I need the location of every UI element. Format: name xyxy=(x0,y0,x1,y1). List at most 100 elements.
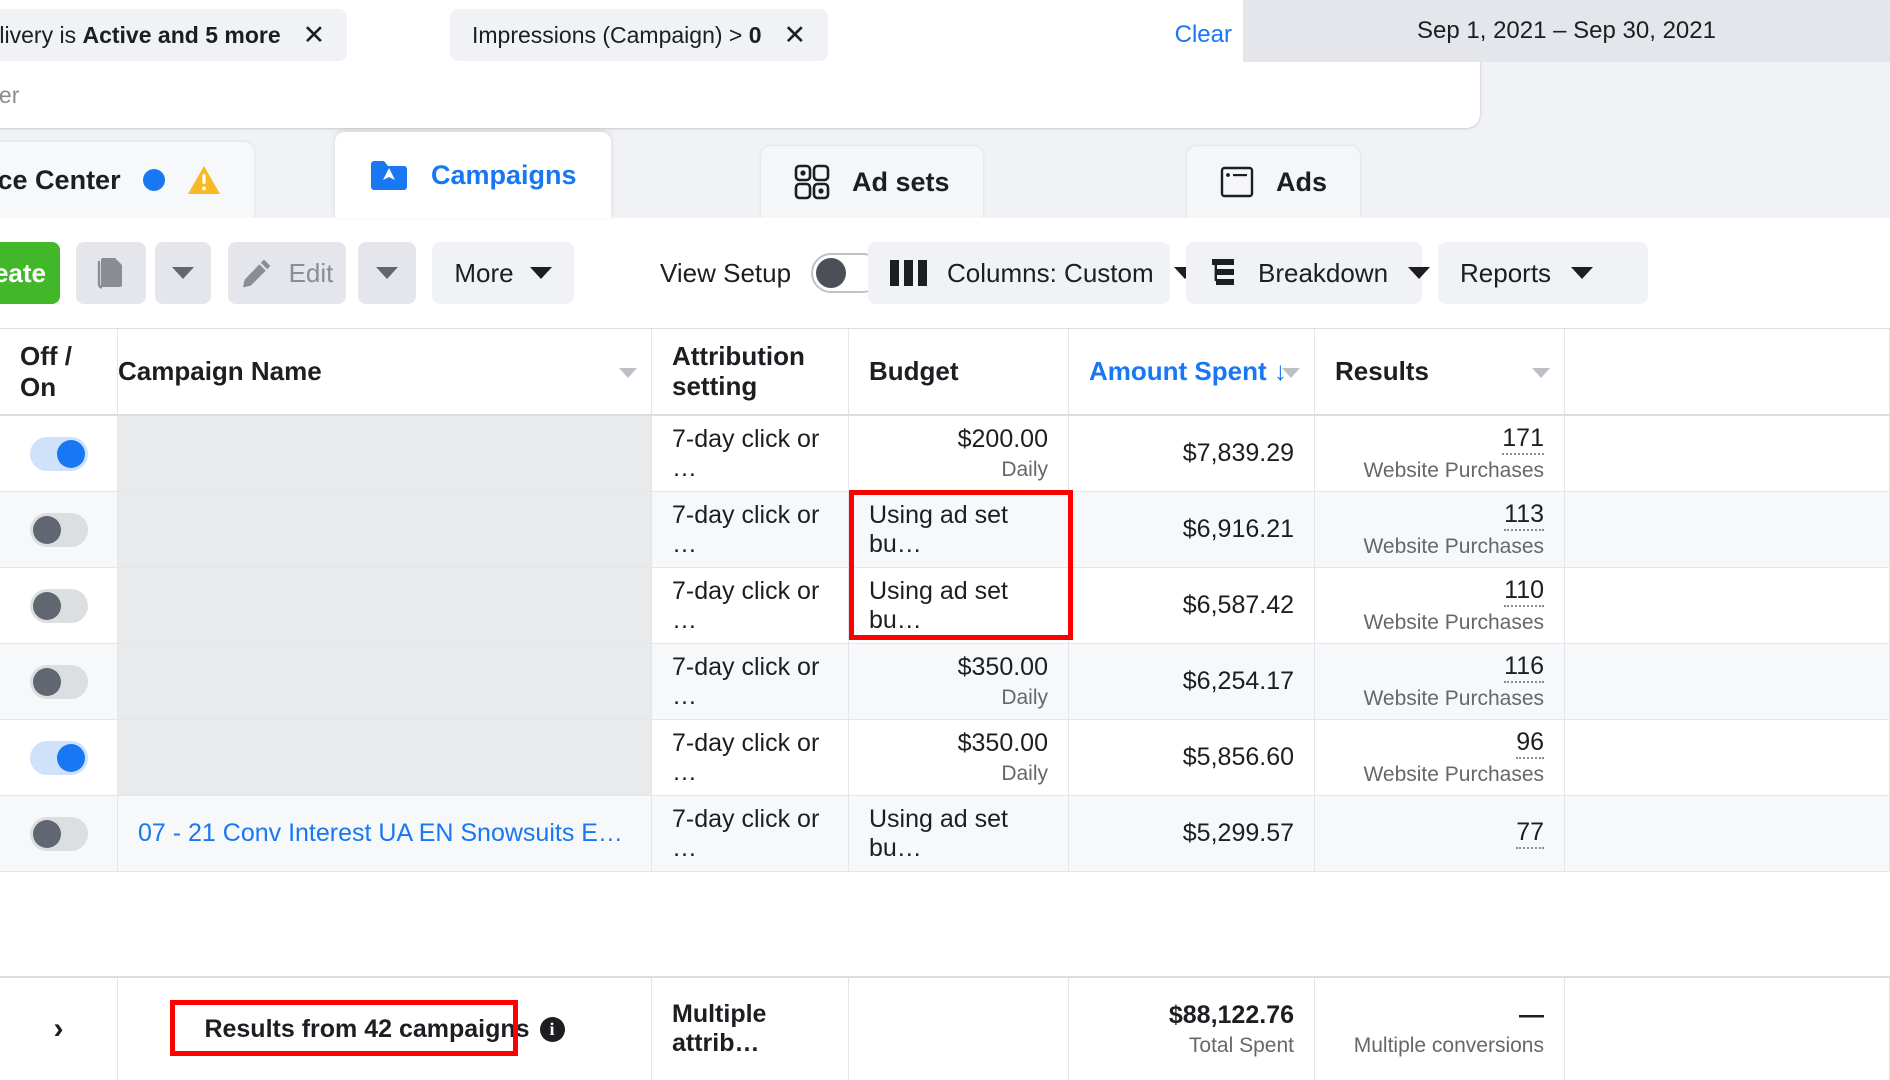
row-attribution-cell-value: 7-day click or … xyxy=(672,577,828,635)
row-campaign-name-cell[interactable] xyxy=(118,416,652,491)
filter-chip-impressions-remove-icon[interactable]: ✕ xyxy=(780,22,811,49)
columns-button[interactable]: Columns: Custom xyxy=(868,242,1170,304)
row-campaign-name-cell[interactable] xyxy=(118,644,652,719)
row-amount-spent-cell: $5,856.60 xyxy=(1069,720,1315,795)
row-attribution-cell: 7-day click or … xyxy=(652,720,849,795)
row-budget-cell: $350.00Daily xyxy=(849,720,1069,795)
campaign-on-off-toggle[interactable] xyxy=(30,665,88,699)
create-button-label: eate xyxy=(0,258,46,289)
row-amount-spent-cell: $7,839.29 xyxy=(1069,416,1315,491)
toggle-knob xyxy=(33,592,61,620)
tab-resource-center[interactable]: esource Center xyxy=(0,142,255,218)
more-button[interactable]: More xyxy=(432,242,574,304)
campaign-on-off-toggle[interactable] xyxy=(30,741,88,775)
tab-campaigns-label: Campaigns xyxy=(431,160,577,191)
summary-spacer-cell xyxy=(1565,978,1890,1080)
campaign-on-off-toggle[interactable] xyxy=(30,513,88,547)
reports-button[interactable]: Reports xyxy=(1438,242,1648,304)
chevron-down-icon[interactable] xyxy=(619,368,637,378)
row-results-cell-sublabel: Website Purchases xyxy=(1363,535,1544,559)
clear-filters-button[interactable]: Clear xyxy=(1175,21,1232,49)
table-body: 7-day click or …$200.00Daily$7,839.29171… xyxy=(0,416,1890,976)
date-range-picker[interactable]: Sep 1, 2021 – Sep 30, 2021 xyxy=(1243,0,1890,62)
chevron-right-icon[interactable]: › xyxy=(54,1012,64,1046)
duplicate-button[interactable] xyxy=(76,242,146,304)
row-budget-cell: Using ad set bu… xyxy=(849,492,1069,567)
filter-chip-delivery[interactable]: mpaign delivery is Active and 5 more ✕ xyxy=(0,9,347,61)
duplicate-dropdown-button[interactable] xyxy=(155,242,211,304)
columns-button-label: Columns: Custom xyxy=(947,258,1154,289)
breakdown-button[interactable]: Breakdown xyxy=(1186,242,1422,304)
summary-expand-cell[interactable]: › xyxy=(0,978,118,1080)
column-header-off-on[interactable]: Off / On xyxy=(0,329,118,414)
campaign-on-off-toggle[interactable] xyxy=(30,817,88,851)
tab-campaigns[interactable]: Campaigns xyxy=(335,132,611,218)
table-row[interactable]: 7-day click or …Using ad set bu…$6,587.4… xyxy=(0,568,1890,644)
filter-chip-delivery-remove-icon[interactable]: ✕ xyxy=(299,22,330,49)
pencil-icon xyxy=(241,257,273,289)
column-header-attribution-setting[interactable]: Attribution setting xyxy=(652,329,849,414)
view-setup-toggle[interactable]: View Setup xyxy=(660,253,883,293)
summary-attribution-cell: Multiple attrib… xyxy=(652,978,849,1080)
row-spacer-cell xyxy=(1565,568,1890,643)
row-campaign-name-cell[interactable] xyxy=(118,568,652,643)
row-spacer-cell xyxy=(1565,492,1890,567)
date-range-label: Sep 1, 2021 – Sep 30, 2021 xyxy=(1417,17,1716,45)
campaigns-folder-icon xyxy=(369,158,409,192)
row-attribution-cell: 7-day click or … xyxy=(652,796,849,871)
row-attribution-cell: 7-day click or … xyxy=(652,644,849,719)
tab-ad-sets[interactable]: Ad sets xyxy=(760,146,984,218)
toggle-knob xyxy=(57,440,85,468)
row-results-cell-sublabel: Website Purchases xyxy=(1363,687,1544,711)
row-budget-cell-value: $350.00 xyxy=(958,653,1048,682)
row-results-cell-value: 171 xyxy=(1502,424,1544,455)
campaign-name-redacted xyxy=(118,644,651,719)
view-setup-label: View Setup xyxy=(660,258,791,289)
column-header-amount-spent[interactable]: Amount Spent ↓ xyxy=(1069,329,1315,414)
table-row[interactable]: 7-day click or …Using ad set bu…$6,916.2… xyxy=(0,492,1890,568)
column-header-campaign-name[interactable]: Campaign Name xyxy=(118,329,652,414)
filter-chip-delivery-value: Active and 5 more xyxy=(82,22,280,48)
info-icon[interactable]: i xyxy=(540,1017,565,1042)
tab-ads[interactable]: Ads xyxy=(1186,146,1361,218)
summary-label-cell: Results from 42 campaigns i xyxy=(118,978,652,1080)
edit-button[interactable]: Edit xyxy=(228,242,346,304)
row-campaign-name-cell[interactable] xyxy=(118,720,652,795)
chevron-down-icon xyxy=(172,267,194,279)
campaign-on-off-toggle[interactable] xyxy=(30,437,88,471)
column-header-results[interactable]: Results xyxy=(1315,329,1565,414)
filter-chip-impressions[interactable]: Impressions (Campaign) > 0 ✕ xyxy=(450,9,828,61)
row-amount-spent-cell: $6,587.42 xyxy=(1069,568,1315,643)
row-budget-cell-value: Using ad set bu… xyxy=(869,501,1048,559)
table-row[interactable]: 7-day click or …$200.00Daily$7,839.29171… xyxy=(0,416,1890,492)
row-attribution-cell: 7-day click or … xyxy=(652,568,849,643)
table-row[interactable]: 07 - 21 Conv Interest UA EN Snowsuits E…… xyxy=(0,796,1890,872)
chevron-down-icon[interactable] xyxy=(1532,368,1550,378)
row-budget-cell: Using ad set bu… xyxy=(849,796,1069,871)
row-amount-spent-cell: $6,916.21 xyxy=(1069,492,1315,567)
search-input[interactable]: arch and filter xyxy=(0,82,19,109)
edit-dropdown-button[interactable] xyxy=(358,242,416,304)
campaigns-table: Off / On Campaign Name Attribution setti… xyxy=(0,328,1890,1080)
row-attribution-cell-value: 7-day click or … xyxy=(672,653,828,711)
chevron-down-icon[interactable] xyxy=(1282,368,1300,378)
table-row[interactable]: 7-day click or …$350.00Daily$6,254.17116… xyxy=(0,644,1890,720)
breakdown-button-label: Breakdown xyxy=(1258,258,1388,289)
summary-results-value: — xyxy=(1519,1001,1544,1030)
row-campaign-name-cell[interactable]: 07 - 21 Conv Interest UA EN Snowsuits E… xyxy=(118,796,652,871)
create-button[interactable]: eate xyxy=(0,242,60,304)
row-results-cell-value: 96 xyxy=(1516,728,1544,759)
row-campaign-name-cell[interactable] xyxy=(118,492,652,567)
filter-chip-delivery-text: mpaign delivery is Active and 5 more xyxy=(0,22,281,49)
filter-chip-impressions-value: 0 xyxy=(749,22,762,48)
row-results-cell-value: 77 xyxy=(1516,818,1544,849)
ads-manager-screen: Sep 1, 2021 – Sep 30, 2021 mpaign delive… xyxy=(0,0,1890,1080)
column-header-budget[interactable]: Budget xyxy=(849,329,1069,414)
campaign-on-off-toggle[interactable] xyxy=(30,589,88,623)
campaign-name-link[interactable]: 07 - 21 Conv Interest UA EN Snowsuits E… xyxy=(138,819,631,848)
attribution-header-line2: setting xyxy=(672,371,757,401)
row-attribution-cell-value: 7-day click or … xyxy=(672,425,828,483)
warning-triangle-icon[interactable] xyxy=(187,165,221,195)
row-toggle-cell xyxy=(0,416,118,491)
table-row[interactable]: 7-day click or …$350.00Daily$5,856.6096W… xyxy=(0,720,1890,796)
